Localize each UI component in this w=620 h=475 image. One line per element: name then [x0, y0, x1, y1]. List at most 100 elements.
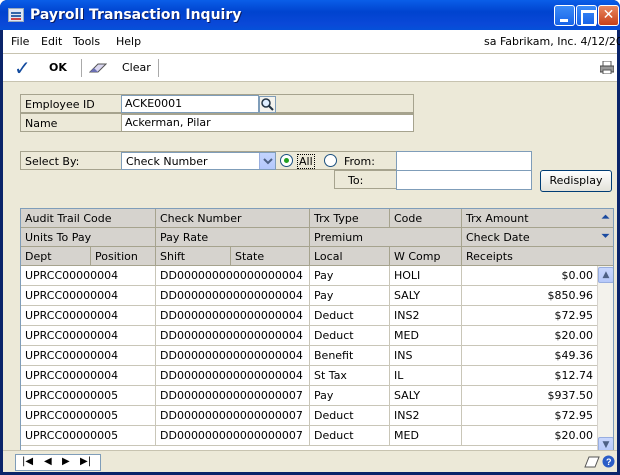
menu-bar: File Edit Tools Help sa Fabrikam, Inc. 4…	[3, 30, 620, 54]
column-header[interactable]: Receipts	[462, 247, 613, 266]
audit-trail-code-cell: UPRCC00000004	[21, 306, 156, 326]
trx-type-cell: Pay	[310, 266, 390, 286]
column-header[interactable]: W Comp	[390, 247, 462, 266]
ok-button[interactable]: OK	[49, 61, 67, 74]
column-header[interactable]: Trx Amount	[462, 209, 597, 228]
vertical-scrollbar[interactable]: ▲ ▼	[597, 266, 613, 454]
column-header[interactable]: Dept	[21, 247, 91, 266]
column-header[interactable]: Check Number	[156, 209, 310, 228]
scroll-up-icon[interactable]: ▲	[598, 267, 613, 283]
audit-trail-code-cell: UPRCC00000004	[21, 326, 156, 346]
next-record-icon[interactable]: ▶	[62, 456, 70, 467]
trx-amount-cell: $20.00	[554, 429, 594, 442]
from-label: From:	[344, 155, 375, 168]
trx-type-cell: Pay	[310, 386, 390, 406]
column-header[interactable]: Units To Pay	[21, 228, 156, 247]
employee-id-label: Employee ID	[25, 98, 95, 111]
from-radio[interactable]	[324, 154, 337, 167]
check-number-cell: DD000000000000000007	[156, 406, 310, 426]
table-row[interactable]: UPRCC00000004 DD000000000000000004 Benef…	[21, 346, 597, 366]
trx-amount-cell: $0.00	[561, 269, 594, 282]
help-icon[interactable]: ?	[602, 455, 615, 468]
first-record-icon[interactable]: |◀	[22, 456, 33, 467]
menu-edit[interactable]: Edit	[41, 35, 62, 48]
employee-id-field[interactable]: ACKE0001	[121, 95, 259, 113]
table-row[interactable]: UPRCC00000004 DD000000000000000004 St Ta…	[21, 366, 597, 386]
from-field[interactable]	[396, 151, 532, 171]
column-header[interactable]: Local	[310, 247, 390, 266]
column-header[interactable]: State	[231, 247, 310, 266]
chevron-down-icon[interactable]	[259, 153, 275, 169]
table-row[interactable]: UPRCC00000005 DD000000000000000007 Deduc…	[21, 406, 597, 426]
audit-trail-code-cell: UPRCC00000004	[21, 366, 156, 386]
check-number-cell: DD000000000000000004	[156, 306, 310, 326]
column-header[interactable]: Check Date	[462, 228, 597, 247]
trx-type-cell: Pay	[310, 286, 390, 306]
lookup-button[interactable]	[259, 96, 276, 113]
table-row[interactable]: UPRCC00000004 DD000000000000000004 Pay S…	[21, 286, 597, 306]
column-header[interactable]: Trx Type	[310, 209, 390, 228]
menu-file[interactable]: File	[11, 35, 29, 48]
audit-trail-code-cell: UPRCC00000005	[21, 406, 156, 426]
column-header[interactable]: Audit Trail Code	[21, 209, 156, 228]
column-header[interactable]: Code	[390, 209, 462, 228]
code-cell: SALY	[390, 286, 462, 306]
transaction-grid: Audit Trail Code Check Number Trx Type C…	[20, 208, 614, 455]
code-cell: HOLI	[390, 266, 462, 286]
code-cell: INS	[390, 346, 462, 366]
maximize-button[interactable]	[576, 5, 597, 26]
column-header[interactable]: Pay Rate	[156, 228, 310, 247]
table-row[interactable]: UPRCC00000005 DD000000000000000007 Pay S…	[21, 386, 597, 406]
all-radio[interactable]	[280, 154, 293, 167]
eraser-icon[interactable]	[89, 62, 107, 74]
expand-rows-icon[interactable]: ⏷	[597, 228, 613, 247]
audit-trail-code-cell: UPRCC00000005	[21, 426, 156, 446]
minimize-button[interactable]	[554, 5, 575, 26]
svg-text:?: ?	[606, 457, 612, 467]
printer-icon[interactable]	[600, 61, 614, 74]
table-row[interactable]: UPRCC00000004 DD000000000000000004 Deduc…	[21, 326, 597, 346]
trx-amount-cell: $937.50	[547, 389, 594, 402]
trx-type-cell: St Tax	[310, 366, 390, 386]
trx-amount-cell: $850.96	[547, 289, 594, 302]
toolbar-separator	[158, 59, 159, 77]
to-field[interactable]	[396, 170, 532, 190]
audit-trail-code-cell: UPRCC00000004	[21, 286, 156, 306]
column-header[interactable]: Premium	[310, 228, 462, 247]
column-header[interactable]: Position	[91, 247, 156, 266]
trx-amount-cell: $12.74	[554, 369, 594, 382]
clear-button[interactable]: Clear	[122, 61, 151, 74]
grid-header-row-3: Dept Position Shift State Local W Comp R…	[21, 247, 613, 266]
record-navigator: |◀ ◀ ▶ ▶|	[15, 454, 101, 471]
menu-help[interactable]: Help	[116, 35, 141, 48]
check-number-cell: DD000000000000000004	[156, 326, 310, 346]
code-cell: IL	[390, 366, 462, 386]
code-cell: SALY	[390, 386, 462, 406]
window: Payroll Transaction Inquiry ✕ File Edit …	[0, 0, 620, 475]
redisplay-button[interactable]: Redisplay	[540, 170, 612, 192]
note-icon[interactable]	[584, 455, 600, 469]
audit-trail-code-cell: UPRCC00000004	[21, 266, 156, 286]
checkmark-icon[interactable]: ✓	[14, 56, 31, 80]
all-label[interactable]: All	[297, 154, 315, 169]
table-row[interactable]: UPRCC00000004 DD000000000000000004 Pay H…	[21, 266, 597, 286]
trx-amount-cell: $72.95	[554, 409, 594, 422]
title-bar[interactable]: Payroll Transaction Inquiry ✕	[0, 0, 620, 30]
code-cell: MED	[390, 426, 462, 446]
app-icon	[8, 8, 24, 22]
client-area: File Edit Tools Help sa Fabrikam, Inc. 4…	[3, 30, 620, 472]
last-record-icon[interactable]: ▶|	[80, 456, 91, 467]
trx-type-cell: Benefit	[310, 346, 390, 366]
select-by-dropdown[interactable]: Check Number	[121, 152, 276, 170]
table-row[interactable]: UPRCC00000005 DD000000000000000007 Deduc…	[21, 426, 597, 446]
select-by-value: Check Number	[126, 155, 208, 168]
collapse-rows-icon[interactable]: ⏶	[597, 209, 613, 228]
previous-record-icon[interactable]: ◀	[44, 456, 52, 467]
menu-tools[interactable]: Tools	[73, 35, 100, 48]
window-title: Payroll Transaction Inquiry	[30, 7, 242, 23]
check-number-cell: DD000000000000000004	[156, 366, 310, 386]
close-button[interactable]: ✕	[598, 5, 619, 26]
table-row[interactable]: UPRCC00000004 DD000000000000000004 Deduc…	[21, 306, 597, 326]
user-company-date: sa Fabrikam, Inc. 4/12/2017	[484, 35, 620, 48]
column-header[interactable]: Shift	[156, 247, 231, 266]
